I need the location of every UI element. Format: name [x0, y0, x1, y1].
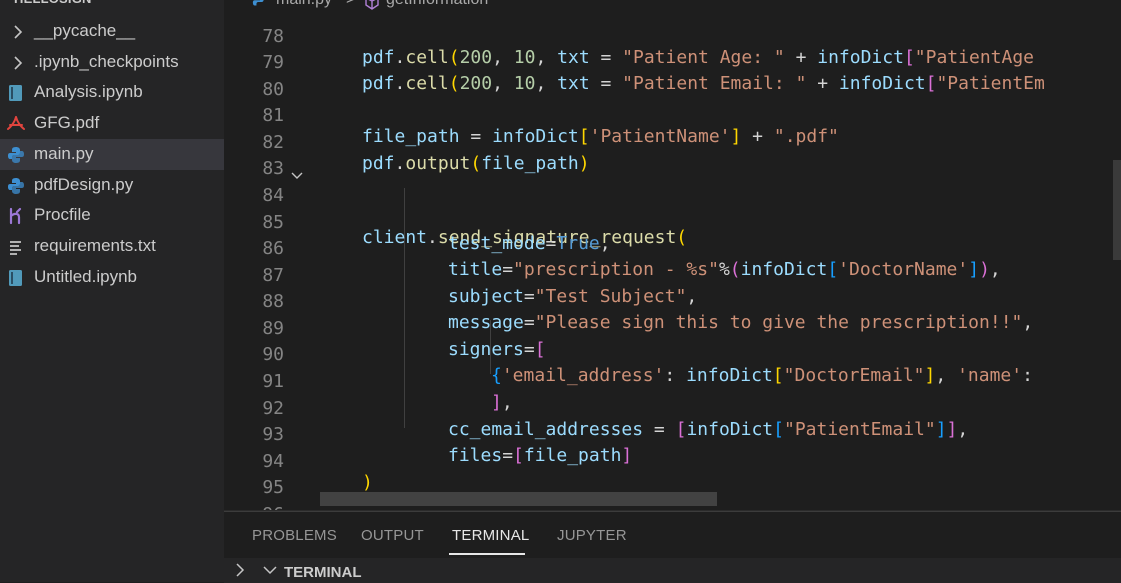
fold-chevron-icon[interactable] [290, 169, 304, 183]
code-line: 82 pdf.output(file_path) [224, 109, 1034, 174]
explorer-item-pdfdesign-py[interactable]: pdfDesign.py [0, 170, 224, 201]
terminal-section-header[interactable]: TERMINAL [224, 558, 1121, 583]
code-line: 85 test_mode=True, [224, 189, 1034, 254]
horizontal-scrollbar[interactable] [320, 492, 717, 506]
explorer-item-label: requirements.txt [34, 236, 156, 255]
python-icon [8, 178, 24, 194]
explorer-item-label: pdfDesign.py [34, 175, 134, 194]
explorer-item-label: __pycache__ [34, 21, 136, 40]
explorer-item-procfile[interactable]: Procfile [0, 200, 224, 231]
chevron-right-icon [14, 25, 23, 39]
pdf-icon [7, 116, 25, 130]
explorer-item-requirements-txt[interactable]: requirements.txt [0, 231, 224, 262]
chevron-down-icon[interactable] [262, 562, 278, 578]
explorer-item-label: .ipynb_checkpoints [34, 52, 179, 71]
code-line: 93 files=[file_path] [224, 401, 1034, 466]
code-line: 95 [224, 454, 1034, 498]
explorer-item-pycache[interactable]: __pycache__ [0, 16, 224, 47]
explorer-item-label: Procfile [34, 205, 91, 224]
code-line: 81 file_path = infoDict['PatientName'] +… [224, 82, 1034, 147]
notebook-icon [9, 270, 22, 286]
code-line: 94 ) [224, 428, 1034, 493]
explorer-sidebar: HELLOSIGN __pycache__ .ipynb_checkpoints… [0, 0, 224, 582]
explorer-item-gfg-pdf[interactable]: GFG.pdf [0, 108, 224, 139]
explorer-item-untitled-ipynb[interactable]: Untitled.ipynb [0, 262, 224, 293]
chevron-right-icon[interactable] [232, 562, 248, 578]
notebook-icon [9, 85, 22, 101]
explorer-item-analysis-ipynb[interactable]: Analysis.ipynb [0, 77, 224, 108]
tab-output[interactable]: OUTPUT [361, 527, 424, 544]
code-line: 84 client.send_signature_request( [224, 162, 1034, 248]
explorer-item-ipynb-checkpoints[interactable]: .ipynb_checkpoints [0, 47, 224, 78]
code-line: 79 pdf.cell(200, 10, txt = "Patient Emai… [224, 29, 1045, 94]
line-number: 96 [224, 502, 284, 510]
python-icon [8, 147, 24, 163]
heroku-icon [9, 207, 22, 225]
explorer-item-label: GFG.pdf [34, 113, 100, 132]
code-line: 90 {'email_address': infoDict["DoctorEma… [224, 321, 1034, 386]
code-line: 86 title="prescription - %s"%(infoDict['… [224, 215, 1034, 280]
active-tab-indicator [449, 553, 525, 555]
explorer-item-label: Untitled.ipynb [34, 267, 138, 286]
code-line: 88 message="Please sign this to give the… [224, 268, 1034, 333]
explorer-item-main-py[interactable]: main.py [0, 139, 224, 170]
tab-terminal[interactable]: TERMINAL [452, 527, 529, 544]
code-line: 87 subject="Test Subject", [224, 242, 1034, 307]
text-lines-icon [10, 241, 21, 255]
code-line: 92 cc_email_addresses = [infoDict["Patie… [224, 375, 1034, 440]
chevron-right-icon [14, 56, 23, 70]
explorer-folder-title[interactable]: HELLOSIGN [14, 0, 92, 9]
tab-problems[interactable]: PROBLEMS [252, 527, 337, 544]
code-line: 78 pdf.cell(200, 10, txt = "Patient Age:… [224, 3, 1034, 68]
code-editor[interactable]: 78 pdf.cell(200, 10, txt = "Patient Age:… [224, 0, 1121, 510]
code-line: 91 ], [224, 348, 1034, 413]
bottom-panel: PROBLEMS OUTPUT TERMINAL JUPYTER TERMINA… [224, 511, 1121, 583]
terminal-section-title: TERMINAL [284, 564, 362, 581]
code-line: 83 [224, 135, 1034, 179]
code-line: 80 [224, 56, 1034, 100]
explorer-item-label: Analysis.ipynb [34, 82, 143, 101]
vertical-scrollbar[interactable] [1113, 160, 1121, 260]
tab-jupyter[interactable]: JUPYTER [557, 527, 627, 544]
code-line: 89 signers=[ [224, 295, 1034, 360]
explorer-item-label: main.py [34, 144, 94, 163]
